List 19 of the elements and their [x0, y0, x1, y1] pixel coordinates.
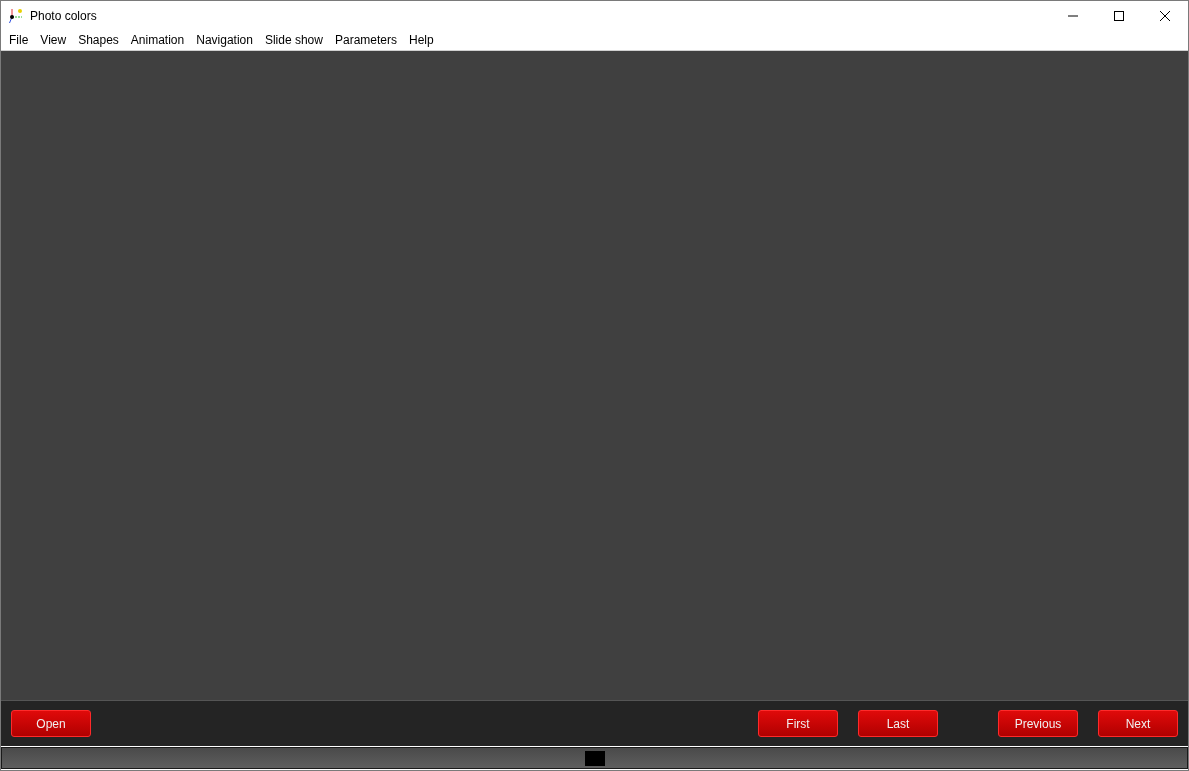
slider-track[interactable]: [1, 747, 1188, 769]
close-icon: [1159, 9, 1171, 22]
menu-item[interactable]: Shapes: [72, 33, 125, 47]
nav-button[interactable]: Last: [858, 710, 938, 737]
menu-item[interactable]: Slide show: [258, 33, 329, 47]
menu-item[interactable]: Animation: [124, 33, 191, 47]
menu-item[interactable]: Navigation: [190, 33, 259, 47]
menu-item[interactable]: Help: [403, 33, 440, 47]
nav-button[interactable]: First: [758, 710, 838, 737]
nav-button[interactable]: Open: [11, 710, 91, 737]
axes-icon: [9, 7, 25, 24]
maximize-icon: [1113, 9, 1125, 22]
window-title: Photo colors: [30, 8, 97, 23]
menu-item[interactable]: View: [34, 33, 73, 47]
nav-button[interactable]: Next: [1098, 710, 1178, 737]
menu-item[interactable]: Parameters: [328, 33, 403, 47]
nav-button[interactable]: Previous: [998, 710, 1078, 737]
slider-thumb[interactable]: [584, 750, 605, 766]
menu-item[interactable]: File: [3, 33, 35, 47]
